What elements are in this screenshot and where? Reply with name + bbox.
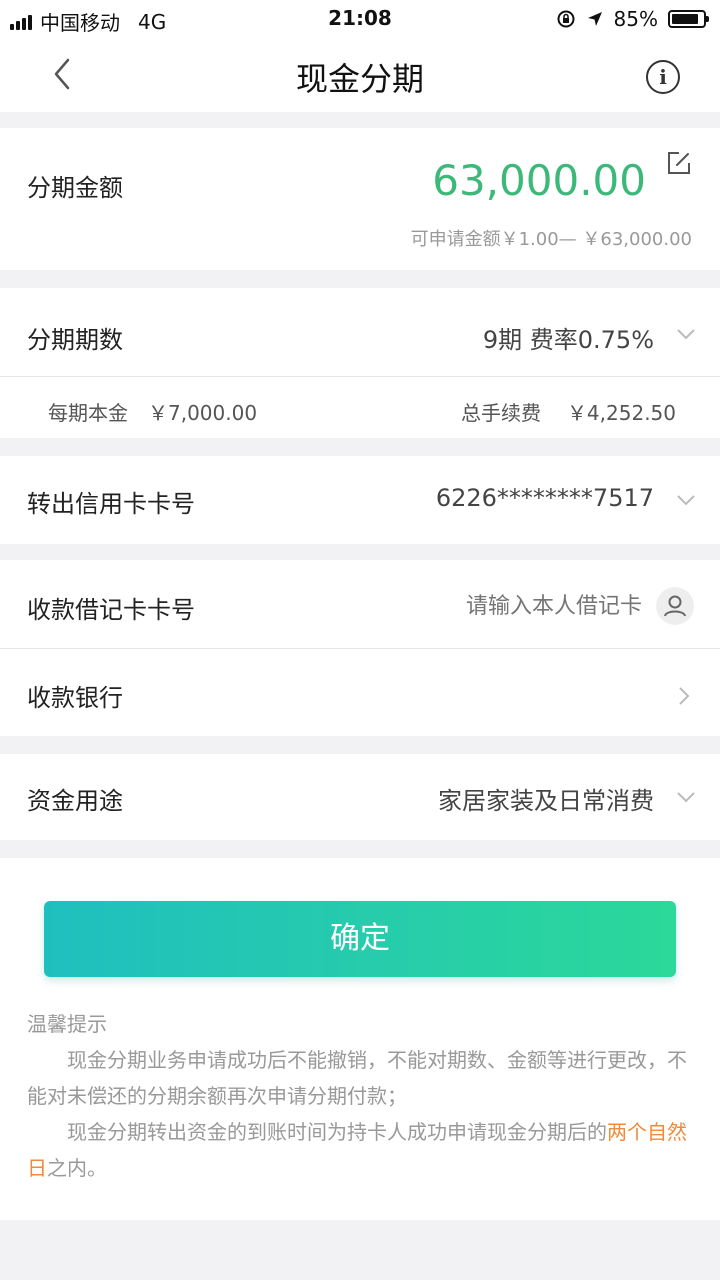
chevron-down-icon[interactable]: [676, 490, 696, 510]
installment-value[interactable]: 9期 费率0.75%: [483, 320, 654, 355]
status-right: 85%: [556, 7, 709, 31]
battery-level: [672, 14, 698, 24]
chevron-down-icon[interactable]: [676, 324, 696, 344]
tips-line-2-prefix: 现金分期转出资金的到账时间为持卡人成功申请现金分期后的: [67, 1120, 607, 1144]
debit-card-input[interactable]: [362, 586, 642, 626]
debit-card-section: 收款借记卡卡号 收款银行: [0, 560, 720, 736]
tips-title: 温馨提示: [27, 1012, 107, 1036]
purpose-value: 家居家装及日常消费: [438, 787, 654, 815]
amount-label: 分期金额: [27, 174, 123, 202]
edit-icon[interactable]: [666, 150, 692, 176]
divider: [0, 648, 720, 649]
amount-card: 分期金额 63,000.00 可申请金额￥1.00— ￥63,000.00: [0, 128, 720, 270]
principal-label: 每期本金: [48, 401, 128, 425]
status-bar: 中国移动 4G 21:08 85%: [0, 0, 720, 36]
battery-percent: 85%: [613, 7, 658, 31]
orientation-lock-icon: [557, 10, 575, 28]
tips-section: 温馨提示 现金分期业务申请成功后不能撤销，不能对期数、金额等进行更改，不能对未偿…: [27, 1006, 693, 1186]
credit-card-label: 转出信用卡卡号: [27, 490, 195, 518]
bank-label[interactable]: 收款银行: [27, 678, 123, 713]
debit-card-label: 收款借记卡卡号: [27, 596, 195, 624]
fee-label: 总手续费: [461, 401, 541, 425]
battery-icon: [668, 10, 709, 28]
info-icon[interactable]: i: [646, 60, 680, 94]
installment-label: 分期期数: [27, 326, 123, 354]
nav-bar: 现金分期 i: [0, 36, 720, 112]
amount-range: 可申请金额￥1.00— ￥63,000.00: [410, 229, 692, 250]
contact-person-icon[interactable]: [656, 587, 694, 625]
chevron-right-icon[interactable]: [674, 686, 694, 706]
divider: [0, 376, 720, 377]
installment-card: 分期期数 9期 费率0.75% 每期本金 ￥7,000.00 总手续费 ￥4,2…: [0, 288, 720, 438]
credit-card-value: 6226********7517: [435, 484, 654, 512]
purpose-label: 资金用途: [27, 787, 123, 815]
chevron-down-icon[interactable]: [676, 787, 696, 807]
purpose-row[interactable]: 资金用途 家居家装及日常消费: [0, 754, 720, 840]
location-arrow-icon: [587, 12, 602, 26]
bottom-spacer: [0, 1220, 720, 1280]
fee-value: ￥4,252.50: [566, 401, 676, 425]
credit-card-row[interactable]: 转出信用卡卡号 6226********7517: [0, 456, 720, 544]
principal-value: ￥7,000.00: [148, 401, 258, 425]
confirm-button[interactable]: 确定: [44, 901, 676, 977]
tips-line-2: 现金分期转出资金的到账时间为持卡人成功申请现金分期后的两个自然日之内。: [27, 1114, 693, 1186]
page-title: 现金分期: [295, 60, 424, 98]
tips-line-1: 现金分期业务申请成功后不能撤销，不能对期数、金额等进行更改，不能对未偿还的分期余…: [27, 1048, 687, 1108]
tips-line-2-suffix: 之内。: [47, 1156, 107, 1180]
amount-value[interactable]: 63,000.00: [432, 156, 646, 205]
